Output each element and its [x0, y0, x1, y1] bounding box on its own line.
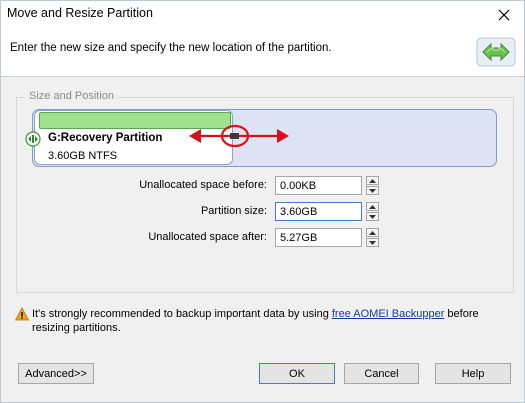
unalloc-before-input[interactable] [275, 176, 362, 195]
spin-up-button[interactable] [366, 176, 379, 185]
warning-text-before: It's strongly recommended to backup impo… [32, 308, 332, 320]
ok-button[interactable]: OK [259, 363, 335, 384]
partition-size-fs: 3.60GB NTFS [48, 150, 118, 162]
window-title: Move and Resize Partition [7, 6, 153, 20]
advanced-button[interactable]: Advanced>> [18, 363, 94, 384]
dialog-window: Move and Resize Partition Enter the new … [0, 0, 525, 403]
warning-text: It's strongly recommended to backup impo… [32, 307, 502, 335]
title-bar: Move and Resize Partition [1, 1, 524, 28]
unalloc-before-spinner[interactable] [366, 176, 379, 195]
spin-down-button[interactable] [366, 238, 379, 247]
partition-name: G:Recovery Partition [48, 132, 163, 144]
arrow-down-icon [369, 188, 376, 193]
warning-icon [15, 307, 29, 321]
spin-up-button[interactable] [366, 202, 379, 211]
help-button[interactable]: Help [435, 363, 511, 384]
header-panel: Enter the new size and specify the new l… [1, 28, 524, 77]
arrow-down-icon [369, 240, 376, 245]
unalloc-after-label: Unallocated space after: [148, 231, 267, 243]
unalloc-after-spinner[interactable] [366, 228, 379, 247]
arrow-up-icon [369, 230, 376, 235]
spin-up-button[interactable] [366, 228, 379, 237]
unalloc-before-label: Unallocated space before: [139, 179, 267, 191]
spin-down-button[interactable] [366, 212, 379, 221]
close-button[interactable] [484, 1, 524, 28]
arrow-up-icon [369, 204, 376, 209]
partition-size-input[interactable] [275, 202, 362, 221]
partition-size-label: Partition size: [200, 205, 267, 217]
partition-size-spinner[interactable] [366, 202, 379, 221]
header-instruction: Enter the new size and specify the new l… [10, 42, 332, 54]
resize-arrows-icon [476, 37, 516, 67]
arrow-down-icon [369, 214, 376, 219]
partition-drag-icon[interactable] [25, 131, 41, 147]
spin-down-button[interactable] [366, 186, 379, 195]
backupper-link[interactable]: free AOMEI Backupper [332, 308, 445, 320]
cancel-button[interactable]: Cancel [344, 363, 419, 384]
unalloc-after-input[interactable] [275, 228, 362, 247]
red-drag-arrow-annotation [189, 124, 289, 148]
group-legend: Size and Position [25, 90, 118, 102]
close-icon [498, 9, 510, 20]
arrow-up-icon [369, 178, 376, 183]
